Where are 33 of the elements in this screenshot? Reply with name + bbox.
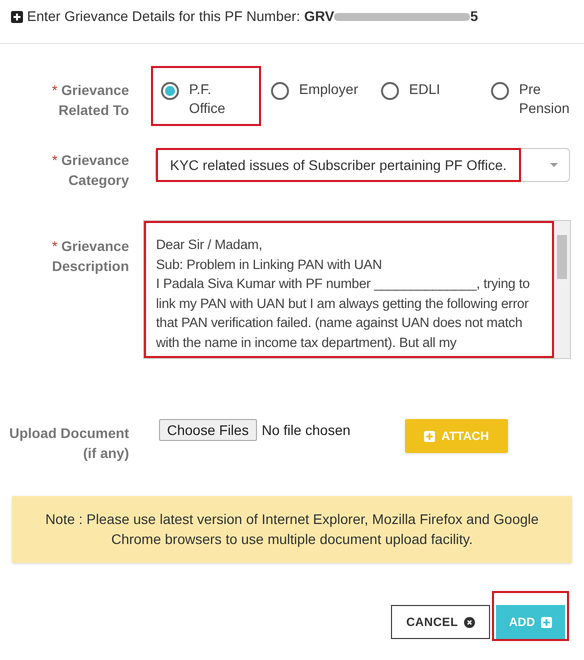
pf-number-end: 5 — [470, 7, 478, 26]
radio-option[interactable]: EDLI — [371, 66, 481, 126]
radio-button[interactable] — [271, 82, 289, 100]
note-banner: Note : Please use latest version of Internet Explorer, Mozilla Firefox and Google Chrome browsers to use multiple document upload facility. — [12, 496, 572, 563]
radio-option[interactable]: Pre Pension — [481, 66, 571, 126]
file-status: No file chosen — [262, 421, 350, 440]
field-label: Upload Document (if any) — [8, 424, 129, 463]
radio-label: EDLI — [409, 80, 440, 99]
pf-number-start: GRV — [304, 7, 334, 26]
scrollbar[interactable] — [554, 221, 570, 358]
plus-square-icon — [424, 430, 436, 442]
field-label: * Grievance Description — [50, 237, 129, 276]
radio-label: P.F. Office — [189, 80, 226, 118]
plus-square-icon — [11, 10, 23, 22]
header-text: Enter Grievance Details for this PF Number: — [27, 7, 300, 26]
radio-button[interactable] — [381, 82, 399, 100]
radio-label: Employer — [299, 80, 358, 99]
choose-files-button[interactable]: Choose Files — [159, 419, 257, 441]
cancel-button[interactable]: CANCEL — [391, 605, 490, 639]
radio-label: Pre Pension — [519, 80, 570, 118]
required-marker-text: * — [52, 82, 58, 98]
field-label: * Grievance Category — [50, 151, 129, 190]
radio-button[interactable] — [491, 82, 509, 100]
close-icon — [464, 616, 475, 628]
field-label: * Grievance Related To — [50, 81, 129, 120]
radio-button[interactable] — [161, 82, 179, 100]
radio-option[interactable]: P.F. Office — [151, 66, 261, 126]
required-marker-text: * — [52, 238, 58, 254]
radio-option[interactable]: Employer — [261, 66, 371, 126]
plus-square-icon — [541, 616, 552, 628]
description-text: Dear Sir / Madam, Sub: Problem in Linking PAN with UAN I Padala Siva Kumar with PF number ______________, trying to link my PAN with UAN but I am always getting the following error that PAN verification failed. (name against UAN does not match with the name in income tax department). But all my — [144, 221, 554, 358]
required-marker-text: * — [52, 152, 58, 168]
caret-icon — [550, 163, 558, 167]
